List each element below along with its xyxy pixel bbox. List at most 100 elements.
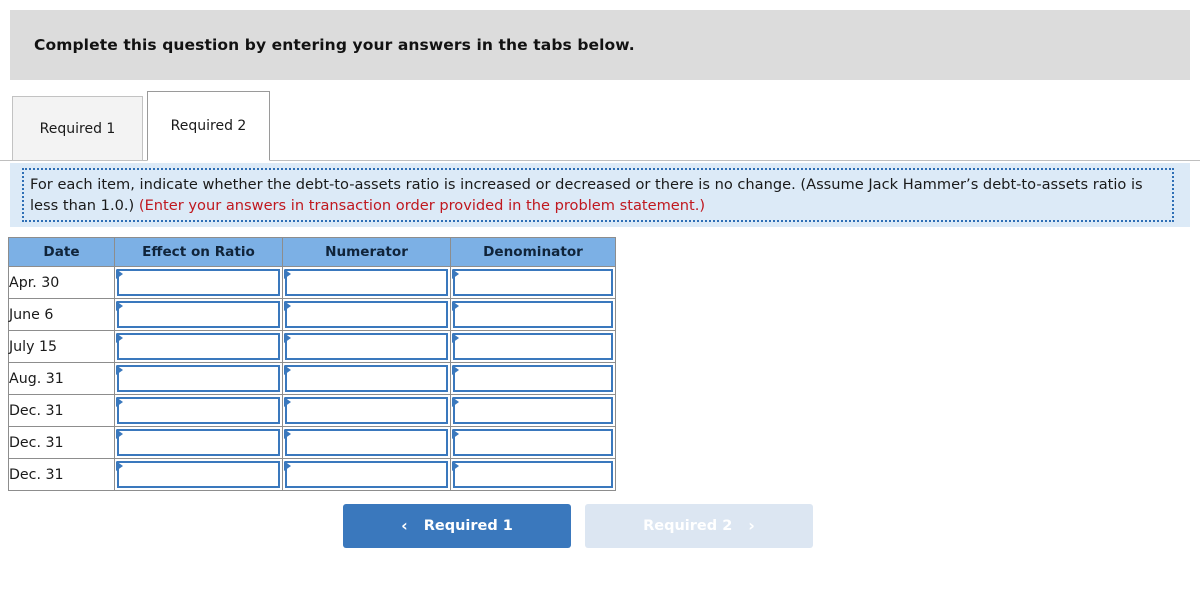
- previous-button-label: Required 1: [423, 518, 513, 534]
- next-required-2-button[interactable]: Required 2 ›: [585, 504, 813, 548]
- cell-numerator: [282, 330, 451, 363]
- tab-required-2-label: Required 2: [170, 118, 247, 134]
- cell-date: June 6: [8, 298, 115, 331]
- pager-controls: ‹ Required 1 Required 2 ›: [343, 504, 813, 548]
- column-header-numerator: Numerator: [282, 237, 451, 267]
- instruction-text-emphasis: (Enter your answers in transaction order…: [138, 197, 706, 214]
- tab-required-2[interactable]: Required 2: [147, 91, 270, 161]
- dropdown-caret-icon: [452, 301, 459, 311]
- numerator-dropdown[interactable]: [285, 301, 448, 328]
- dropdown-caret-icon: [452, 365, 459, 375]
- cell-date: Apr. 30: [8, 266, 115, 299]
- dropdown-caret-icon: [284, 301, 291, 311]
- cell-numerator: [282, 298, 451, 331]
- dropdown-caret-icon: [452, 397, 459, 407]
- cell-date: Dec. 31: [8, 426, 115, 459]
- cell-date: Dec. 31: [8, 458, 115, 491]
- effect-on-ratio-dropdown[interactable]: [117, 269, 280, 296]
- effect-on-ratio-dropdown[interactable]: [117, 365, 280, 392]
- denominator-dropdown[interactable]: [453, 365, 613, 392]
- numerator-dropdown[interactable]: [285, 461, 448, 488]
- cell-numerator: [282, 362, 451, 395]
- dropdown-caret-icon: [116, 397, 123, 407]
- dropdown-caret-icon: [116, 461, 123, 471]
- previous-required-1-button[interactable]: ‹ Required 1: [343, 504, 571, 548]
- cell-effect-on-ratio: [114, 394, 283, 427]
- cell-numerator: [282, 426, 451, 459]
- instruction-callout: For each item, indicate whether the debt…: [10, 163, 1190, 227]
- numerator-dropdown[interactable]: [285, 429, 448, 456]
- effect-on-ratio-dropdown[interactable]: [117, 333, 280, 360]
- dropdown-caret-icon: [116, 429, 123, 439]
- dropdown-caret-icon: [116, 333, 123, 343]
- effect-on-ratio-dropdown[interactable]: [117, 301, 280, 328]
- instruction-callout-border: For each item, indicate whether the debt…: [22, 168, 1174, 222]
- dropdown-caret-icon: [116, 301, 123, 311]
- dropdown-caret-icon: [284, 365, 291, 375]
- cell-denominator: [450, 394, 616, 427]
- instruction-text: For each item, indicate whether the debt…: [30, 174, 1166, 216]
- cell-denominator: [450, 298, 616, 331]
- denominator-dropdown[interactable]: [453, 397, 613, 424]
- cell-effect-on-ratio: [114, 426, 283, 459]
- tab-strip: Required 1 Required 2: [0, 91, 1200, 161]
- dropdown-caret-icon: [284, 461, 291, 471]
- cell-date: July 15: [8, 330, 115, 363]
- effect-on-ratio-dropdown[interactable]: [117, 397, 280, 424]
- cell-effect-on-ratio: [114, 330, 283, 363]
- dropdown-caret-icon: [284, 333, 291, 343]
- numerator-dropdown[interactable]: [285, 269, 448, 296]
- table-row: July 15: [8, 330, 616, 363]
- denominator-dropdown[interactable]: [453, 301, 613, 328]
- cell-date: Aug. 31: [8, 362, 115, 395]
- cell-denominator: [450, 362, 616, 395]
- dropdown-caret-icon: [452, 269, 459, 279]
- denominator-dropdown[interactable]: [453, 269, 613, 296]
- table-row: Dec. 31: [8, 458, 616, 491]
- cell-denominator: [450, 330, 616, 363]
- cell-effect-on-ratio: [114, 266, 283, 299]
- table-row: Dec. 31: [8, 394, 616, 427]
- dropdown-caret-icon: [284, 397, 291, 407]
- cell-effect-on-ratio: [114, 298, 283, 331]
- cell-numerator: [282, 458, 451, 491]
- dropdown-caret-icon: [284, 269, 291, 279]
- table-row: June 6: [8, 298, 616, 331]
- cell-denominator: [450, 266, 616, 299]
- page-title: Complete this question by entering your …: [34, 36, 635, 54]
- cell-denominator: [450, 458, 616, 491]
- column-header-date: Date: [8, 237, 115, 267]
- dropdown-caret-icon: [284, 429, 291, 439]
- effect-on-ratio-dropdown[interactable]: [117, 461, 280, 488]
- numerator-dropdown[interactable]: [285, 397, 448, 424]
- tab-required-1-label: Required 1: [39, 120, 116, 137]
- column-header-effect-on-ratio: Effect on Ratio: [114, 237, 283, 267]
- cell-numerator: [282, 266, 451, 299]
- dropdown-caret-icon: [452, 333, 459, 343]
- cell-effect-on-ratio: [114, 362, 283, 395]
- chevron-right-icon: ›: [748, 516, 755, 535]
- dropdown-caret-icon: [452, 461, 459, 471]
- denominator-dropdown[interactable]: [453, 333, 613, 360]
- denominator-dropdown[interactable]: [453, 429, 613, 456]
- table-header-row: Date Effect on Ratio Numerator Denominat…: [8, 237, 616, 267]
- dropdown-caret-icon: [116, 269, 123, 279]
- table-body: Apr. 30 June 6 July 15 Aug. 31 Dec. 31 Dec. 3…: [8, 266, 616, 491]
- dropdown-caret-icon: [116, 365, 123, 375]
- table-row: Aug. 31: [8, 362, 616, 395]
- dropdown-caret-icon: [452, 429, 459, 439]
- chevron-left-icon: ‹: [401, 516, 408, 535]
- cell-numerator: [282, 394, 451, 427]
- effect-on-ratio-dropdown[interactable]: [117, 429, 280, 456]
- cell-denominator: [450, 426, 616, 459]
- table-row: Dec. 31: [8, 426, 616, 459]
- column-header-denominator: Denominator: [450, 237, 616, 267]
- denominator-dropdown[interactable]: [453, 461, 613, 488]
- tab-required-1[interactable]: Required 1: [12, 96, 143, 161]
- cell-date: Dec. 31: [8, 394, 115, 427]
- next-button-label: Required 2: [643, 518, 733, 534]
- question-banner: Complete this question by entering your …: [10, 10, 1190, 80]
- numerator-dropdown[interactable]: [285, 365, 448, 392]
- answer-table: Date Effect on Ratio Numerator Denominat…: [8, 237, 616, 491]
- numerator-dropdown[interactable]: [285, 333, 448, 360]
